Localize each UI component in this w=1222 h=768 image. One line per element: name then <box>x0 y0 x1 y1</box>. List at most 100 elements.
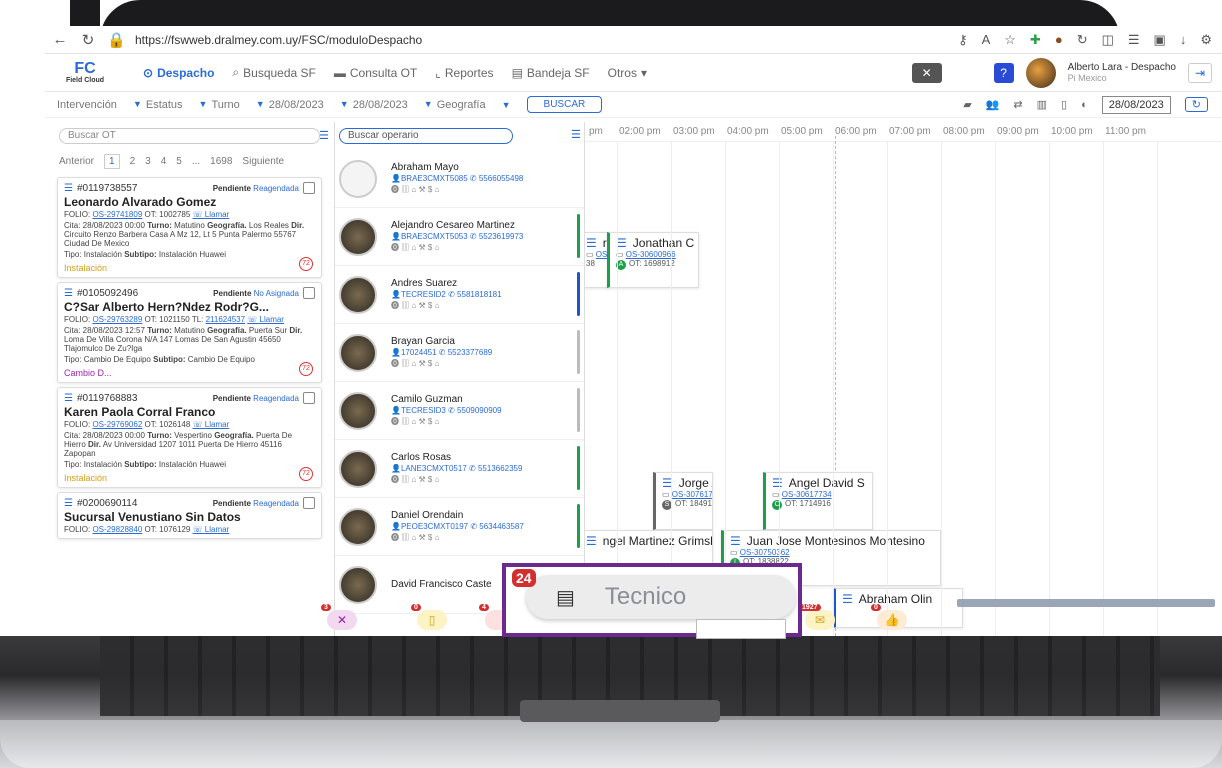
back-icon[interactable]: ← <box>51 31 69 48</box>
operator-row[interactable]: Camilo Guzman 👤TECRESID3 ✆ 5509090909 ⓿ ▥… <box>335 382 584 440</box>
job-card[interactable]: ☰Jorge Adal▭ OS-30761766SOT: 1849122 <box>653 472 713 530</box>
phone-icon: ✆ <box>448 406 455 416</box>
job-card[interactable]: ☰ Jonathan C ▭ OS-30600966 A OT: 1698912 <box>607 232 699 288</box>
folder-icon[interactable]: ▰ <box>963 98 971 111</box>
select-checkbox[interactable] <box>303 497 315 509</box>
hour-label: 07:00 pm <box>889 126 931 137</box>
pager-page[interactable]: 2 <box>130 156 136 167</box>
filter-lines-icon[interactable]: ☰ <box>571 128 581 141</box>
hour-label: 04:00 pm <box>727 126 769 137</box>
ot-id: #0119768883 <box>76 392 138 404</box>
filter-estatus[interactable]: ▼ Estatus <box>133 99 183 111</box>
counter-button[interactable]: 3 ✕ <box>321 604 357 630</box>
address-bar[interactable]: https://fswweb.dralmey.com.uy/FSC/modulo… <box>135 33 948 47</box>
favorite-icon[interactable]: ☆ <box>1004 32 1016 48</box>
select-checkbox[interactable] <box>303 182 315 194</box>
tipo-line: Tipo: Instalación Subtipo: Instalación H… <box>64 460 227 469</box>
call-link[interactable]: ☏ Llamar <box>247 315 284 324</box>
operator-row[interactable]: Abraham Mayo 👤BRAE3CMXT5085 ✆ 5566055498… <box>335 150 584 208</box>
tecnico-button[interactable]: ▤ Tecnico <box>526 575 796 619</box>
help-button[interactable]: ? <box>993 62 1014 83</box>
job-card[interactable]: ☰rro▭ OS38 <box>585 232 609 288</box>
tecnico-zoom-highlight: ▤ Tecnico 24 <box>502 563 802 639</box>
operator-row[interactable]: Andres Suarez 👤TECRESID2 ✆ 5581818181 ⓿ ▥… <box>335 266 584 324</box>
split-icon[interactable]: ◫ <box>1102 32 1114 48</box>
operator-row[interactable]: Carlos Rosas 👤LANE3CMXT0517 ✆ 5513662359… <box>335 440 584 498</box>
call-link[interactable]: ☏ Llamar <box>193 420 230 429</box>
nav-busqueda[interactable]: ⌕ Busqueda SF <box>232 65 315 80</box>
search-operario-input[interactable]: Buscar operario <box>339 128 513 144</box>
filter-geografia[interactable]: ▼ Geografía <box>424 99 486 111</box>
users-icon[interactable]: 👥 <box>986 98 1000 111</box>
pager-page[interactable]: 3 <box>145 156 151 167</box>
pager-page[interactable]: 4 <box>161 156 167 167</box>
map-icon[interactable]: ▥ <box>1037 98 1047 111</box>
ot-card[interactable]: ☰ #0200690114 Pendiente Reagendada Sucursa… <box>57 492 322 539</box>
avatar[interactable] <box>1025 57 1056 88</box>
ot-card[interactable]: ☰ #0119738557 Pendiente Reagendada Leonard… <box>57 177 322 278</box>
nav-otros[interactable]: Otros ▾ <box>608 66 647 80</box>
nav-despacho[interactable]: ⊙ Despacho <box>143 66 214 80</box>
download-icon[interactable]: ↓ <box>1180 32 1187 48</box>
read-aloud-icon[interactable]: A <box>982 32 991 48</box>
counter-button[interactable]: 0 ▯ <box>411 604 447 630</box>
nav-reportes[interactable]: ⌞ Reportes <box>435 66 493 80</box>
pager-page[interactable]: 5 <box>176 156 182 167</box>
ot-id: #0119738557 <box>76 182 138 194</box>
operator-row[interactable]: Daniel Orendain 👤PEOE3CMXT0197 ✆ 5634463… <box>335 498 584 556</box>
timeline-scrollbar[interactable] <box>957 599 1215 607</box>
filter-intervencion[interactable]: Intervención <box>57 99 117 111</box>
palette-icon[interactable]: ◐ <box>1081 99 1088 111</box>
favorites-icon[interactable]: ☰ <box>1128 32 1140 48</box>
status-bar <box>577 446 580 490</box>
pager-prev[interactable]: Anterior <box>59 156 94 167</box>
filter-date-from[interactable]: ▼ 28/08/2023 <box>256 99 324 111</box>
filter-date-to[interactable]: ▼ 28/08/2023 <box>340 99 408 111</box>
filter-turno[interactable]: ▼ Turno <box>199 99 240 111</box>
menu-lines-icon: ☰ <box>730 534 741 548</box>
key-icon[interactable]: ⚷ <box>958 32 968 48</box>
refresh-ext-icon[interactable]: ↻ <box>1077 32 1088 48</box>
tools-button[interactable]: ✕ <box>911 62 942 83</box>
nav-bandeja[interactable]: ▤ Bandeja SF <box>512 66 590 80</box>
extension-icon[interactable]: ✚ <box>1030 32 1041 48</box>
operator-info: Andres Suarez 👤TECRESID2 ✆ 5581818181 ⓿ ▥… <box>391 277 502 311</box>
menu-lines-icon[interactable]: ☰ <box>64 498 73 509</box>
collections-icon[interactable]: ▣ <box>1154 32 1166 48</box>
ot-card[interactable]: ☰ #0119768883 Pendiente Reagendada Karen P… <box>57 387 322 488</box>
date-input[interactable]: 28/08/2023 <box>1101 95 1171 114</box>
counter-button[interactable]: 1927 ✉ <box>799 604 835 630</box>
filter-extra[interactable]: ▼ <box>502 100 511 110</box>
swap-icon[interactable]: ⇄ <box>1013 98 1022 111</box>
operator-row[interactable]: Alejandro Cesareo Martinez 👤BRAE3CMXT505… <box>335 208 584 266</box>
logout-button[interactable]: ⇥ <box>1188 62 1212 83</box>
pager-page[interactable]: 1 <box>104 154 120 169</box>
pager-next[interactable]: Siguiente <box>242 156 284 167</box>
refresh-button[interactable]: ↻ <box>1184 97 1208 112</box>
status-bar <box>577 272 580 316</box>
call-link[interactable]: ☏ Llamar <box>193 525 230 534</box>
search-ot-input[interactable]: Buscar OT ☰ <box>59 128 329 144</box>
ot-card[interactable]: ☰ #0105092496 Pendiente No Asignada C?Sar … <box>57 282 322 383</box>
call-link[interactable]: ☏ Llamar <box>193 210 230 219</box>
nav-consulta[interactable]: ▬ Consulta OT <box>334 66 417 80</box>
settings-icon[interactable]: ⚙ <box>1200 32 1212 48</box>
document-icon[interactable]: ▯ <box>1061 98 1067 111</box>
pager-page[interactable]: 1698 <box>210 156 232 167</box>
operator-photo <box>339 507 377 546</box>
operator-row[interactable]: Brayan Garcia 👤17024451 ✆ 5523377689 ⓿ ▥ … <box>335 324 584 382</box>
user-icon: 👤 <box>391 174 401 184</box>
select-checkbox[interactable] <box>303 392 315 404</box>
operator-icons: ⓿ ▥ ⌂ ⚒ $ ⌂ <box>391 243 440 253</box>
menu-lines-icon[interactable]: ☰ <box>64 288 73 299</box>
select-checkbox[interactable] <box>303 287 315 299</box>
browser-icons: ⚷ A ☆ ✚ ● ↻ ◫ ☰ ▣ ↓ ⚙ <box>958 32 1222 48</box>
counter-button[interactable]: 0 👍 <box>871 604 907 630</box>
cookie-icon[interactable]: ● <box>1055 32 1063 48</box>
buscar-button[interactable]: BUSCAR <box>526 96 603 113</box>
user-icon: 👤 <box>391 348 401 358</box>
menu-lines-icon[interactable]: ☰ <box>64 183 73 194</box>
browser-toolbar: ← ↻ 🔒 https://fswweb.dralmey.com.uy/FSC/… <box>45 26 1222 54</box>
reload-icon[interactable]: ↻ <box>79 31 97 49</box>
menu-lines-icon[interactable]: ☰ <box>64 393 73 404</box>
